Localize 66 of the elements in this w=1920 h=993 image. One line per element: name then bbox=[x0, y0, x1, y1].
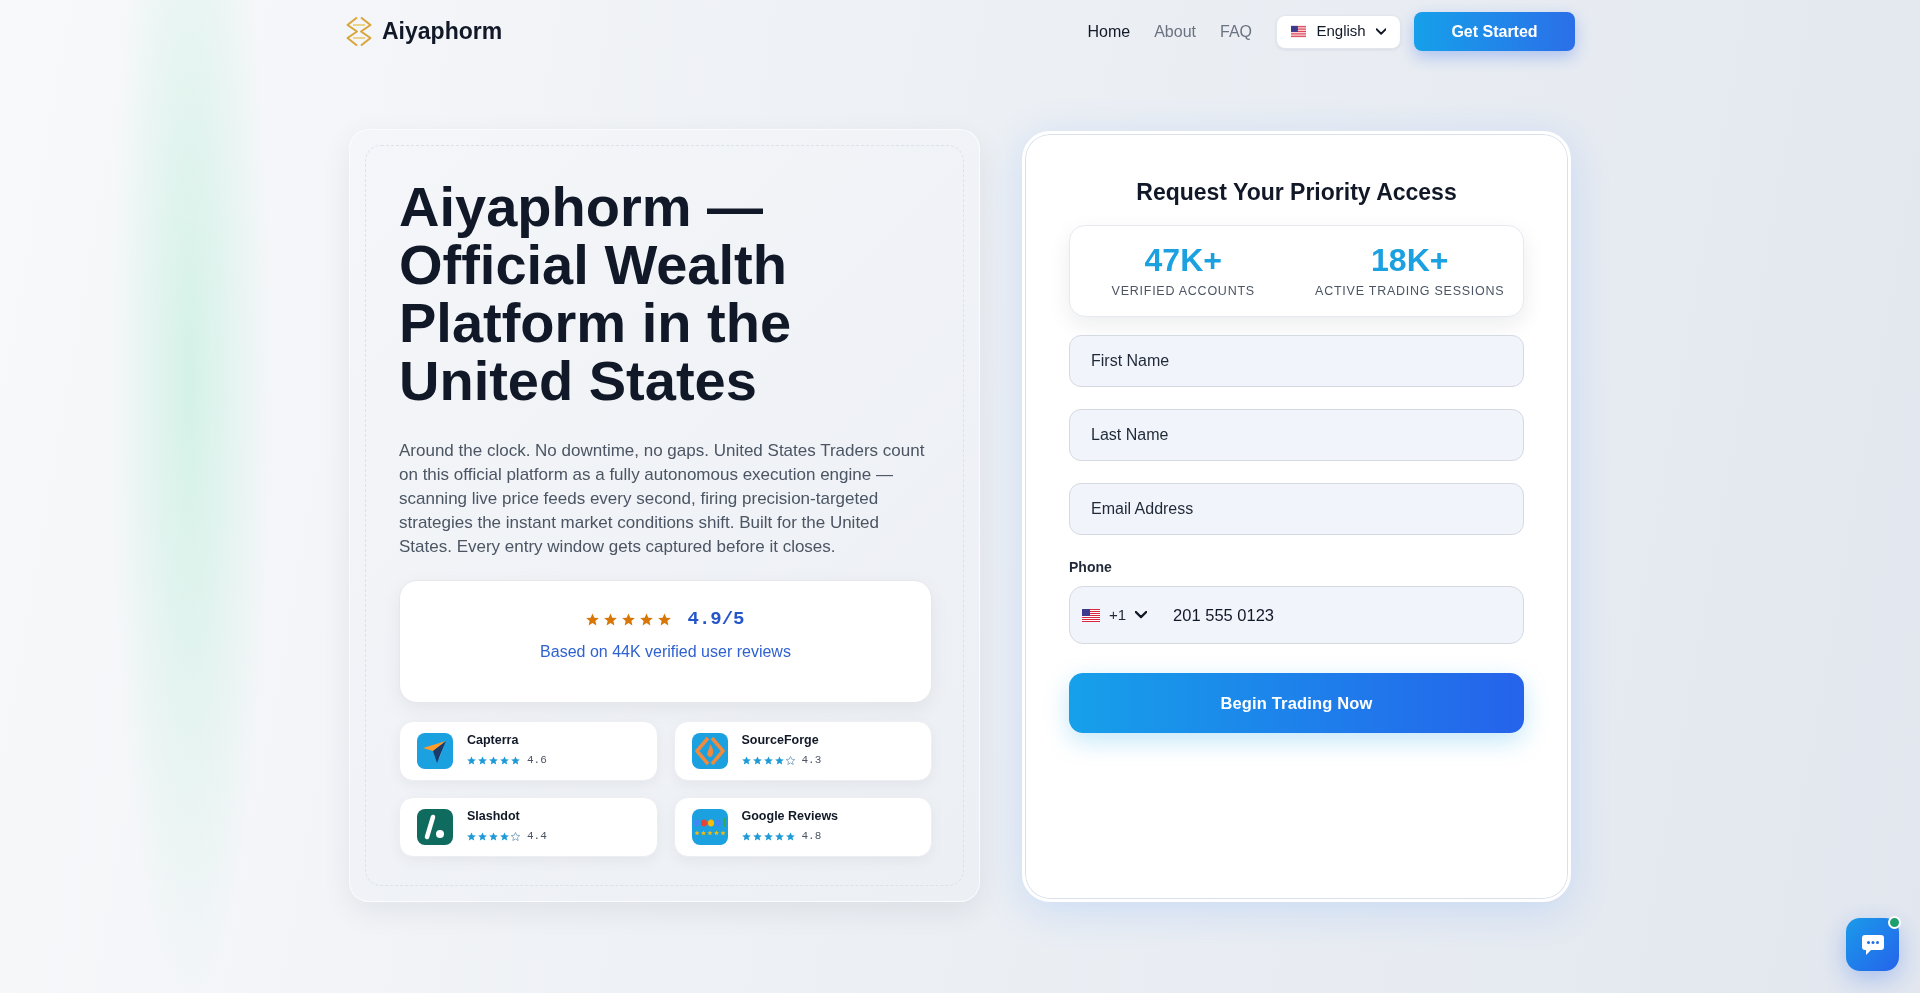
nav-link[interactable]: Home bbox=[1087, 19, 1131, 44]
stat-label: ACTIVE TRADING SESSIONS bbox=[1315, 282, 1505, 300]
star-outline-icon bbox=[785, 756, 795, 765]
input-field[interactable]: Email Address bbox=[1069, 483, 1524, 535]
flag-icon bbox=[1291, 25, 1307, 38]
form-title: Request Your Priority Access bbox=[1135, 178, 1458, 207]
input-field[interactable]: Last Name bbox=[1069, 409, 1524, 461]
stat-label: VERIFIED ACCOUNTS bbox=[1111, 282, 1255, 300]
star-icon bbox=[478, 756, 487, 765]
star-icon bbox=[500, 756, 509, 765]
star-outline-icon bbox=[511, 832, 520, 841]
review-site-name: Google Reviews bbox=[741, 809, 839, 825]
star-icon bbox=[604, 612, 618, 626]
rating-score: 4.9/5 bbox=[687, 606, 745, 632]
star-icon bbox=[763, 756, 773, 765]
review-score: 4.3 bbox=[801, 753, 822, 769]
flag-icon bbox=[1082, 608, 1100, 622]
phone-field[interactable]: +1 201 555 0123 bbox=[1069, 586, 1524, 644]
review-site-name: SourceForge bbox=[741, 733, 820, 749]
star-icon bbox=[763, 832, 773, 841]
chat-button[interactable] bbox=[1846, 918, 1899, 971]
rating-caption: Based on 44K verified user reviews bbox=[540, 642, 791, 662]
brand-logo-icon bbox=[345, 16, 373, 47]
star-icon bbox=[489, 756, 498, 765]
review-score: 4.8 bbox=[801, 829, 822, 845]
star-icon bbox=[467, 832, 476, 841]
dots-stars-logo-icon bbox=[691, 809, 728, 845]
nav-link[interactable]: FAQ bbox=[1220, 19, 1252, 44]
brand-name: Aiyaphorm bbox=[382, 17, 503, 47]
star-icon bbox=[511, 756, 520, 765]
star-icon bbox=[774, 756, 784, 765]
star-icon bbox=[586, 612, 600, 626]
paper-plane-logo-icon bbox=[417, 733, 453, 769]
star-icon bbox=[752, 832, 762, 841]
stat-value: 18K+ bbox=[1371, 241, 1449, 278]
get-started-button[interactable]: Get Started bbox=[1414, 12, 1575, 51]
star-icon bbox=[774, 832, 784, 841]
review-score: 4.6 bbox=[527, 753, 547, 769]
star-icon bbox=[785, 832, 795, 841]
stat-value: 47K+ bbox=[1144, 241, 1222, 278]
star-icon bbox=[658, 612, 672, 626]
star-icon bbox=[640, 612, 654, 626]
diamond-flame-logo-icon bbox=[691, 733, 728, 769]
star-icon bbox=[489, 832, 498, 841]
language-select[interactable]: English bbox=[1276, 14, 1401, 49]
star-icon bbox=[467, 756, 476, 765]
star-icon bbox=[752, 756, 762, 765]
star-icon bbox=[741, 832, 751, 841]
input-field[interactable]: First Name bbox=[1069, 335, 1524, 387]
review-site-name: Slashdot bbox=[467, 809, 521, 825]
phone-label: Phone bbox=[1069, 558, 1113, 577]
hero-title: Aiyaphorm — Official Wealth Platform in the United States bbox=[399, 178, 793, 410]
star-icon bbox=[478, 832, 487, 841]
chevron-down-icon bbox=[1135, 611, 1148, 619]
chevron-down-icon bbox=[1375, 27, 1386, 36]
country-code-select[interactable]: +1 bbox=[1082, 603, 1148, 627]
slash-dot-logo-icon bbox=[417, 809, 453, 845]
submit-button[interactable]: Begin Trading Now bbox=[1069, 673, 1524, 733]
review-site-name: Capterra bbox=[467, 733, 520, 749]
star-icon bbox=[741, 756, 751, 765]
star-icon bbox=[500, 832, 509, 841]
star-icon bbox=[622, 612, 636, 626]
review-score: 4.4 bbox=[527, 829, 547, 845]
nav-link[interactable]: About bbox=[1154, 19, 1196, 44]
chat-bubble-icon bbox=[1861, 934, 1884, 955]
hero-description: Around the clock. No downtime, no gaps. United States Traders count on this official platform as a fully autonomous execution engine — scanning live price feeds every second, firing precision-targeted strategies the instant market conditions shift. Built for the United States. Every entry window gets captured before it closes. bbox=[399, 440, 926, 558]
